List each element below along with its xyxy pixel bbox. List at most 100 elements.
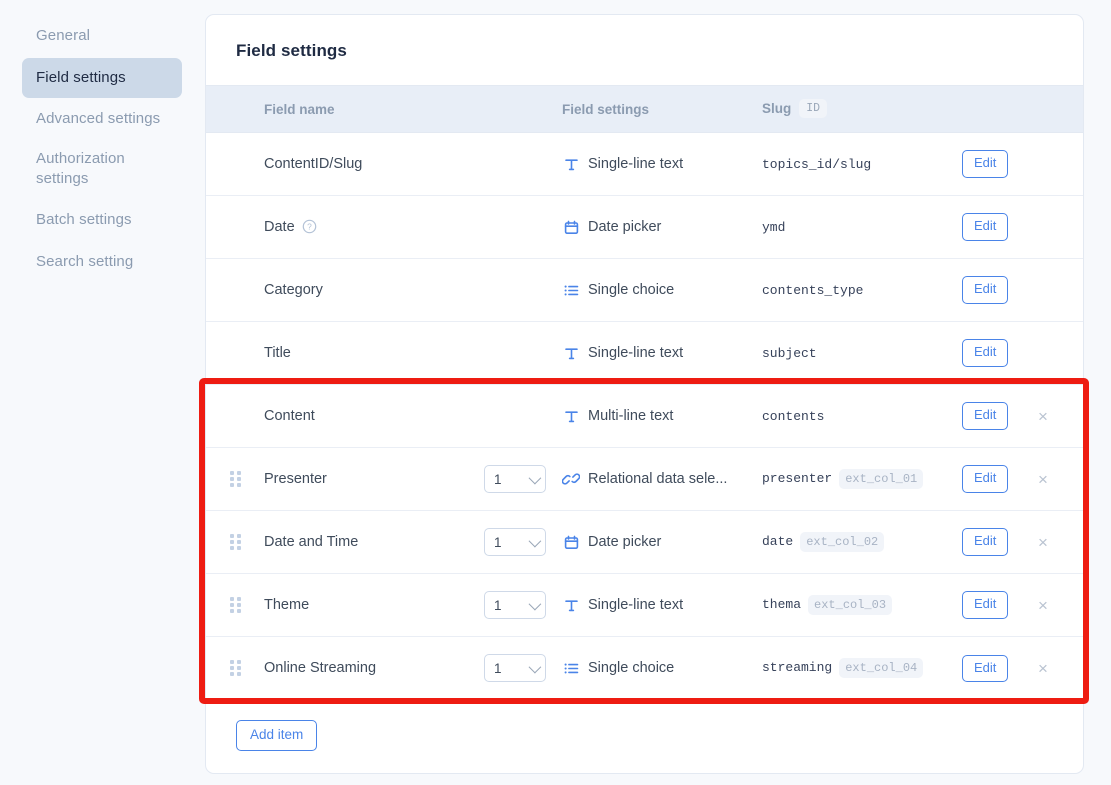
calendar-icon (562, 533, 580, 551)
field-slug-value: thema (762, 597, 801, 612)
field-count-cell: 1 (484, 574, 562, 637)
card-footer: Add item (206, 700, 1083, 774)
add-item-button[interactable]: Add item (236, 720, 317, 752)
calendar-icon (562, 218, 580, 236)
edit-button[interactable]: Edit (962, 150, 1008, 177)
chevron-down-icon (529, 534, 542, 547)
field-slug-cell: contents_type (762, 259, 962, 322)
delete-cell: × (1032, 385, 1084, 448)
field-count-cell: 1 (484, 511, 562, 574)
sidebar-item-advanced-settings[interactable]: Advanced settings (22, 100, 182, 138)
field-count-select[interactable]: 1 (484, 654, 546, 682)
drag-handle-icon[interactable] (230, 597, 241, 613)
field-name-label: Category (264, 282, 323, 298)
field-type-cell: Date picker (562, 511, 762, 574)
field-count-select[interactable]: 1 (484, 465, 546, 493)
field-slug-cell: topics_id/slug (762, 133, 962, 196)
settings-sidebar: General Field settings Advanced settingsAu… (0, 0, 204, 785)
edit-button[interactable]: Edit (962, 591, 1008, 618)
edit-cell: Edit (962, 196, 1032, 259)
sidebar-item-search-setting[interactable]: Search setting (22, 242, 182, 282)
edit-button[interactable]: Edit (962, 339, 1008, 366)
table-row: Theme 1 Single-line textthema ext_col_03 Edi… (206, 574, 1084, 637)
column-header-field-name: Field name (264, 86, 484, 133)
field-name-cell: Online Streaming (264, 637, 484, 700)
edit-button[interactable]: Edit (962, 276, 1008, 303)
close-icon[interactable]: × (1032, 534, 1054, 551)
field-count-value: 1 (494, 661, 529, 676)
edit-cell: Edit (962, 322, 1032, 385)
field-name-label: Title (264, 345, 291, 361)
text-single-line-icon (562, 155, 580, 173)
delete-cell (1032, 133, 1084, 196)
drag-handle-cell (206, 259, 264, 322)
edit-button[interactable]: Edit (962, 465, 1008, 492)
drag-handle-cell (206, 511, 264, 574)
field-type-cell: Relational data sele... (562, 448, 762, 511)
delete-cell: × (1032, 637, 1084, 700)
field-name-cell: Presenter (264, 448, 484, 511)
edit-button[interactable]: Edit (962, 528, 1008, 555)
sidebar-item-label: General (36, 27, 90, 44)
delete-cell: × (1032, 574, 1084, 637)
delete-cell (1032, 196, 1084, 259)
drag-handle-icon[interactable] (230, 471, 241, 487)
table-row: ContentMulti-line textcontentsEdit× (206, 385, 1084, 448)
field-slug-value: contents_type (762, 283, 863, 298)
field-count-value: 1 (494, 598, 529, 613)
field-settings-card: Field settings Field name Field settings… (205, 14, 1084, 774)
field-slug-id-badge: ext_col_03 (808, 595, 892, 615)
field-slug-cell: subject (762, 322, 962, 385)
sidebar-item-label: Field settings (36, 69, 126, 86)
close-icon[interactable]: × (1032, 660, 1054, 677)
field-name-cell: Date and Time (264, 511, 484, 574)
sidebar-item-label: Batch settings (36, 211, 132, 228)
id-badge: ID (799, 99, 827, 118)
edit-button[interactable]: Edit (962, 213, 1008, 240)
column-header-count (484, 86, 562, 133)
edit-button[interactable]: Edit (962, 402, 1008, 429)
table-row: Online Streaming 1 Single choice streaminge… (206, 637, 1084, 700)
field-name-cell: Content (264, 385, 484, 448)
drag-handle-cell (206, 196, 264, 259)
sidebar-item-batch-settings[interactable]: Batch settings (22, 200, 182, 240)
field-slug-value: subject (762, 346, 817, 361)
drag-handle-icon[interactable] (230, 660, 241, 676)
field-type-cell: Single-line text (562, 322, 762, 385)
table-row: Date and Time1Date pickerdateext_col_02E… (206, 511, 1084, 574)
table-row: Category Single choicecontents_type Edit (206, 259, 1084, 322)
table-body: ContentID/SlugSingle-line texttopics_id/… (206, 133, 1084, 700)
field-count-cell (484, 259, 562, 322)
chevron-down-icon (529, 471, 542, 484)
field-name-cell: Category (264, 259, 484, 322)
sidebar-item-general[interactable]: General (22, 16, 182, 56)
close-icon[interactable]: × (1032, 471, 1054, 488)
drag-handle-cell (206, 322, 264, 385)
field-name-cell: Theme (264, 574, 484, 637)
edit-cell: Edit (962, 448, 1032, 511)
help-icon[interactable]: ? (302, 219, 317, 234)
field-type-cell: Single-line text (562, 574, 762, 637)
field-count-select[interactable]: 1 (484, 528, 546, 556)
edit-button[interactable]: Edit (962, 655, 1008, 682)
field-slug-cell: streamingext_col_04 (762, 637, 962, 700)
edit-cell: Edit (962, 385, 1032, 448)
edit-cell: Edit (962, 133, 1032, 196)
text-single-line-icon (562, 596, 580, 614)
sidebar-item-field-settings[interactable]: Field settings (22, 58, 182, 98)
field-count-select[interactable]: 1 (484, 591, 546, 619)
field-name-label: Date (264, 219, 295, 235)
drag-handle-icon[interactable] (230, 534, 241, 550)
drag-handle-cell (206, 448, 264, 511)
sidebar-item-authorization-settings[interactable]: Authorization settings (22, 140, 182, 198)
field-count-cell: 1 (484, 637, 562, 700)
table-row: Presenter1Relational data sele...present… (206, 448, 1084, 511)
field-type-label: Single-line text (588, 345, 683, 361)
drag-handle-cell (206, 133, 264, 196)
close-icon[interactable]: × (1032, 408, 1054, 425)
close-icon[interactable]: × (1032, 597, 1054, 614)
field-type-label: Date picker (588, 534, 661, 550)
field-type-label: Multi-line text (588, 408, 673, 424)
field-type-label: Single choice (588, 660, 674, 676)
field-type-cell: Single choice (562, 259, 762, 322)
